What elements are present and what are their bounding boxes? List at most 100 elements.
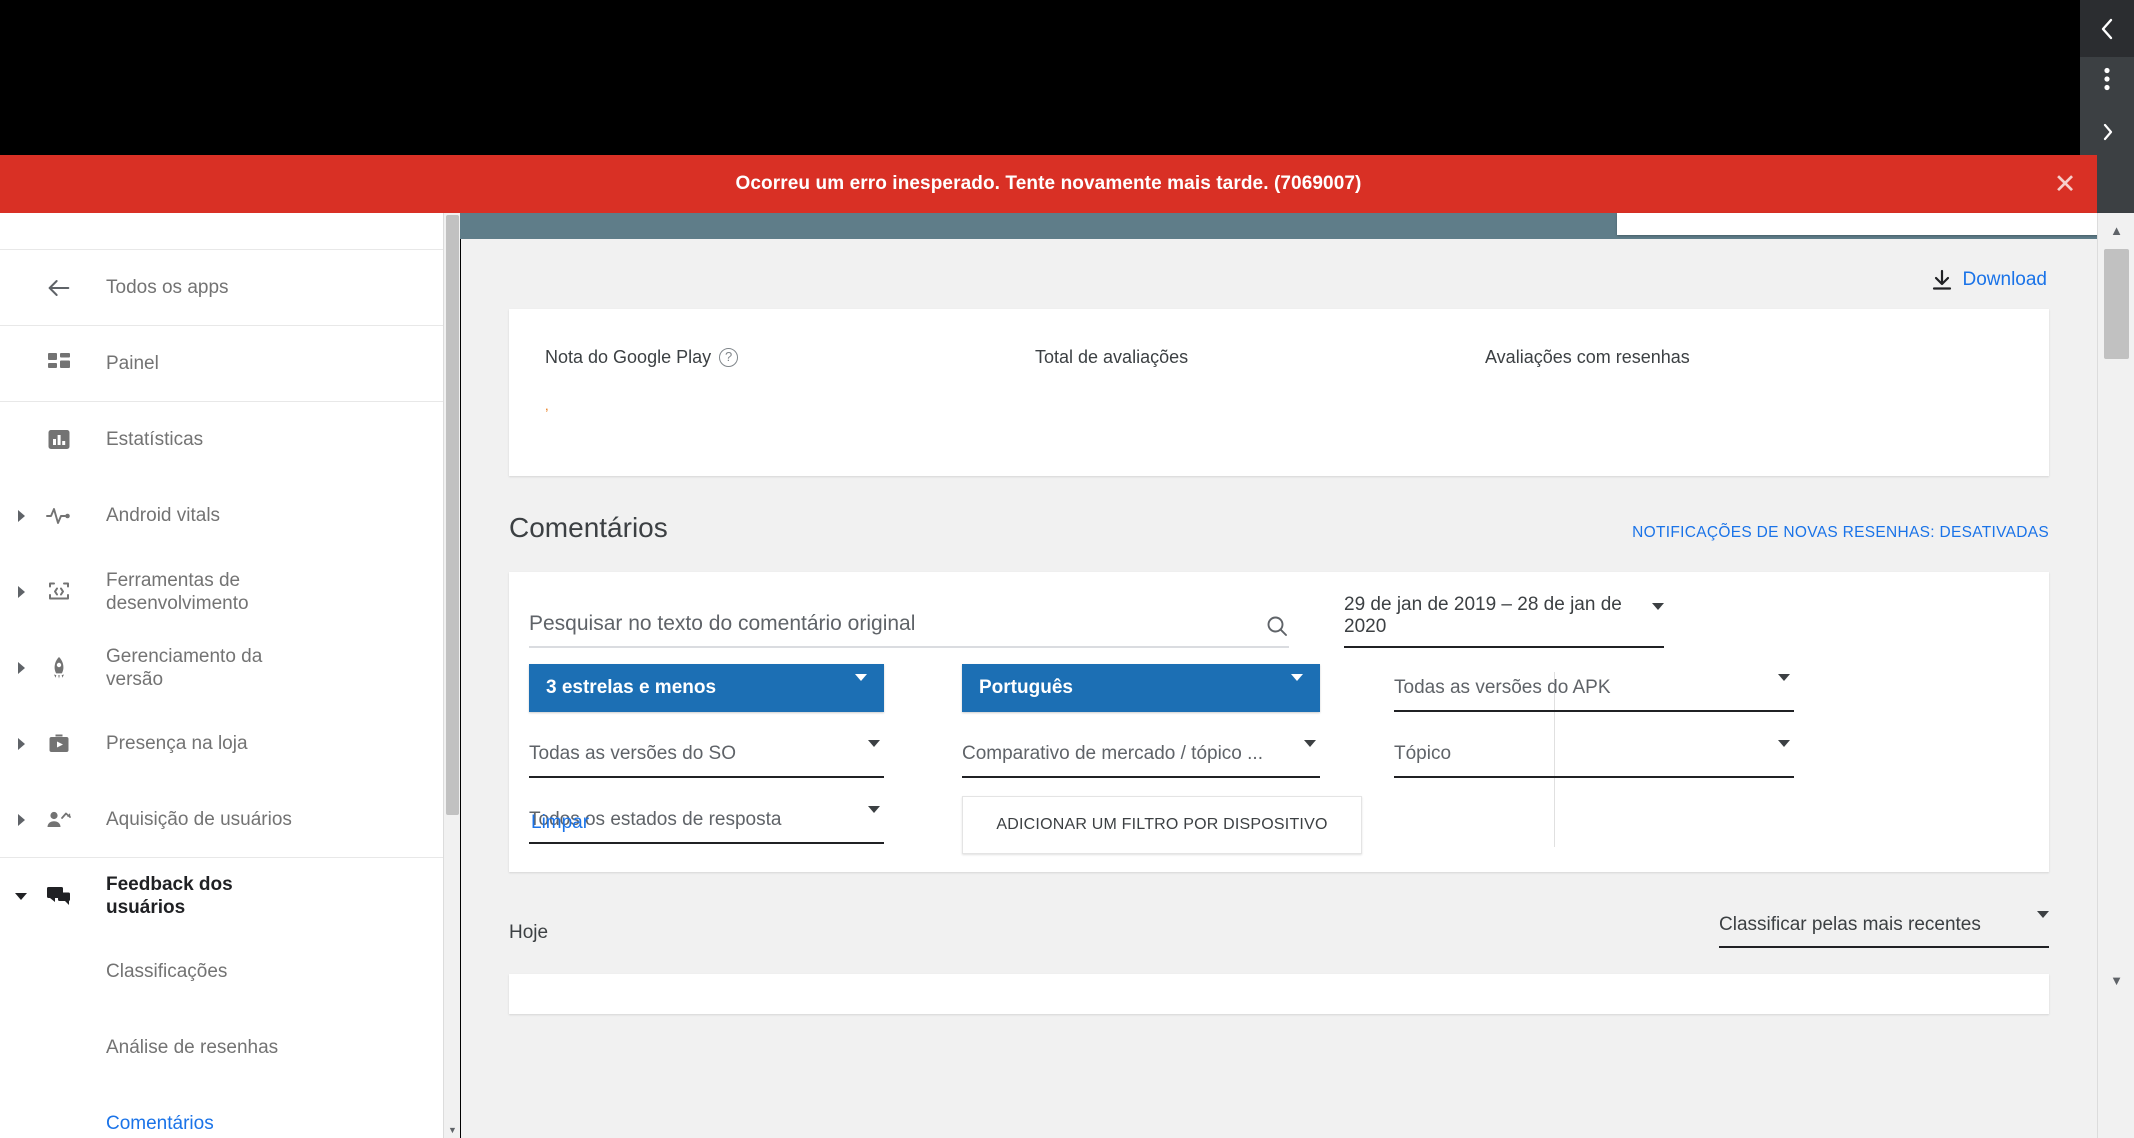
sidebar-item-label: Painel	[106, 352, 159, 374]
chevron-right-icon[interactable]	[8, 510, 34, 522]
bar-chart-icon	[44, 425, 74, 455]
error-banner-message: Ocorreu um erro inesperado. Tente novame…	[735, 173, 1362, 194]
search-input[interactable]	[529, 612, 1289, 636]
search-icon[interactable]	[1265, 614, 1289, 638]
stats-card: Nota do Google Play ? , Total de avaliaç…	[509, 309, 2049, 476]
user-trend-icon	[44, 805, 74, 835]
clear-filters-link[interactable]: Limpar	[531, 812, 589, 834]
chevron-down-icon	[1304, 739, 1316, 762]
chevron-down-icon	[2037, 911, 2049, 932]
filter-label: Todas as versões do APK	[1394, 677, 1611, 698]
chevron-right-icon[interactable]	[8, 813, 34, 826]
sidebar-subitem-classificacoes[interactable]: Classificações	[0, 934, 443, 1010]
sidebar-item-painel[interactable]: Painel	[0, 326, 443, 402]
page-title: Comentários	[509, 512, 668, 543]
stat-value	[1485, 398, 2049, 424]
sidebar-subitem-comentarios[interactable]: Comentários	[0, 1086, 443, 1138]
store-icon	[44, 729, 74, 759]
comments-section-header: Comentários NOTIFICAÇÕES DE NOVAS RESENH…	[509, 512, 2049, 560]
sidebar-item-aquisicao-de-usuarios[interactable]: Aquisição de usuários	[0, 782, 443, 858]
console-header-bar	[460, 213, 2134, 239]
download-icon	[1931, 269, 1953, 291]
filter-label: Tópico	[1394, 743, 1452, 764]
comment-icon	[44, 881, 74, 911]
search-field[interactable]	[529, 612, 1289, 648]
stat-label: Total de avaliações	[1035, 347, 1189, 367]
comments-list-header: Hoje Classificar pelas mais recentes	[509, 906, 2049, 948]
filters-column-2: Português Comparativo de mercado / tópic…	[962, 664, 1362, 854]
sidebar-item-partial-top[interactable]	[0, 213, 443, 250]
download-label: Download	[1962, 269, 2048, 290]
sidebar-item-feedback-dos-usuarios[interactable]: Feedback dos usuários	[0, 858, 443, 934]
filter-label: 3 estrelas e menos	[546, 677, 717, 698]
new-review-notifications-link[interactable]: NOTIFICAÇÕES DE NOVAS RESENHAS: DESATIVA…	[1632, 524, 2049, 542]
sidebar-subitem-label: Classificações	[106, 961, 228, 982]
main-scrollbar-thumb[interactable]	[2104, 249, 2129, 359]
filter-topic[interactable]: Tópico	[1394, 732, 1794, 778]
error-banner: Ocorreu um erro inesperado. Tente novame…	[0, 155, 2097, 213]
sidebar-item-label: Presença na loja	[106, 733, 248, 755]
chevron-down-icon	[868, 739, 880, 762]
stat-value	[1035, 398, 1449, 424]
sidebar-item-presenca-na-loja[interactable]: Presença na loja	[0, 706, 443, 782]
filter-benchmark-topic[interactable]: Comparativo de mercado / tópico ...	[962, 732, 1320, 778]
sidebar-item-ferramentas-desenvolvimento[interactable]: Ferramentas de desenvolvimento	[0, 554, 443, 630]
help-icon[interactable]: ?	[719, 348, 739, 367]
chevron-down-icon	[1291, 673, 1303, 696]
sidebar-item-label: Estatísticas	[106, 429, 204, 451]
scroll-up-icon[interactable]: ▲	[2098, 213, 2134, 247]
sidebar-item-estatisticas[interactable]: Estatísticas	[0, 402, 443, 478]
chevron-right-icon[interactable]	[8, 586, 34, 598]
date-range-value: 29 de jan de 2019 – 28 de jan de 2020	[1344, 594, 1622, 637]
chevron-down-icon	[16, 213, 28, 223]
filter-label: Português	[979, 677, 1073, 698]
screen-root: Ocorreu um erro inesperado. Tente novame…	[0, 0, 2134, 1138]
scroll-down-icon[interactable]: ▼	[2098, 963, 2134, 997]
comments-list-card	[509, 974, 2049, 1014]
black-content-area	[0, 0, 2080, 155]
dashboard-icon	[44, 349, 74, 379]
sort-select[interactable]: Classificar pelas mais recentes	[1719, 906, 2049, 948]
sidebar-scrollbar-thumb[interactable]	[446, 215, 459, 815]
sidebar-subitem-analise-de-resenhas[interactable]: Análise de resenhas	[0, 1010, 443, 1086]
today-label: Hoje	[509, 922, 549, 943]
download-button[interactable]: Download	[1931, 269, 2048, 291]
filter-language[interactable]: Português	[962, 664, 1320, 712]
scroll-down-icon[interactable]: ▼	[444, 1121, 461, 1138]
chevron-down-icon	[1652, 603, 1664, 622]
sidebar-back-label: Todos os apps	[106, 276, 229, 298]
chevron-right-icon[interactable]	[8, 738, 34, 750]
stat-google-play-rating: Nota do Google Play ? ,	[509, 347, 999, 476]
sidebar-back-all-apps[interactable]: Todos os apps	[0, 250, 443, 326]
more-vertical-icon[interactable]	[2080, 62, 2134, 96]
main-scrollbar[interactable]: ▲ ▼	[2097, 213, 2134, 1138]
chevron-down-icon[interactable]	[8, 892, 34, 900]
rocket-icon	[44, 653, 74, 683]
pulse-icon	[44, 501, 74, 531]
filters-card: 29 de jan de 2019 – 28 de jan de 2020 3 …	[509, 572, 2049, 872]
filter-os-version[interactable]: Todas as versões do SO	[529, 732, 884, 778]
date-range-picker[interactable]: 29 de jan de 2019 – 28 de jan de 2020	[1344, 594, 1664, 648]
filter-apk-version[interactable]: Todas as versões do APK	[1394, 666, 1794, 712]
search-row: 29 de jan de 2019 – 28 de jan de 2020	[509, 572, 2049, 648]
stat-label: Avaliações com resenhas	[1485, 347, 1690, 367]
close-icon[interactable]: ✕	[2051, 170, 2079, 198]
arrow-left-icon	[44, 273, 74, 303]
chevron-down-icon	[868, 805, 880, 828]
chevron-down-icon	[855, 673, 867, 696]
sidebar-scrollbar[interactable]: ▲ ▼	[443, 213, 460, 1138]
chevron-left-icon[interactable]	[2080, 12, 2134, 46]
console-global-search[interactable]	[1617, 213, 2134, 235]
main-content: Download Nota do Google Play ? , Total d…	[461, 239, 2097, 1138]
chevron-right-icon[interactable]	[8, 662, 34, 674]
add-device-filter-button[interactable]: ADICIONAR UM FILTRO POR DISPOSITIVO	[962, 796, 1362, 854]
sidebar-subitem-label: Comentários	[106, 1113, 214, 1134]
sidebar-item-android-vitals[interactable]: Android vitals	[0, 478, 443, 554]
filter-star-rating[interactable]: 3 estrelas e menos	[529, 664, 884, 712]
sidebar-item-gerenciamento-da-versao[interactable]: Gerenciamento da versão	[0, 630, 443, 706]
chevron-down-icon	[1778, 739, 1790, 762]
sidebar-subitem-label: Análise de resenhas	[106, 1037, 279, 1058]
filter-label: Comparativo de mercado / tópico ...	[962, 743, 1263, 764]
code-device-icon	[44, 577, 74, 607]
chevron-right-icon[interactable]	[2080, 115, 2134, 149]
